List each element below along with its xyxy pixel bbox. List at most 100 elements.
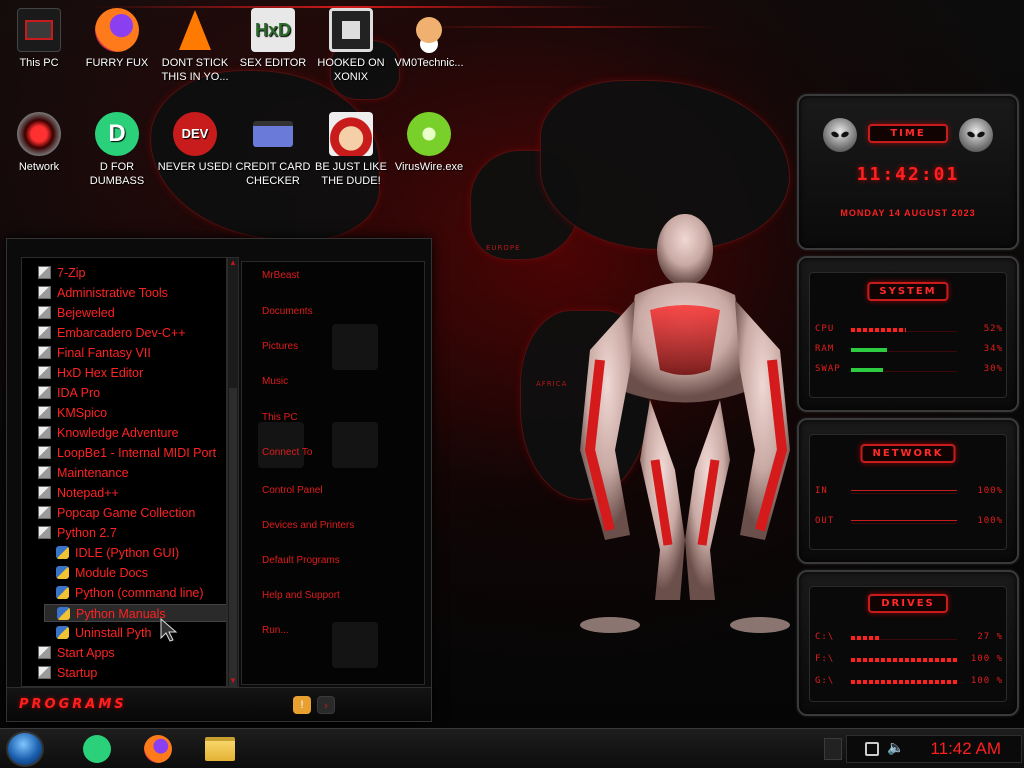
place-run[interactable]: Run... — [262, 625, 289, 636]
program-kmspico[interactable]: KMSpico — [38, 404, 107, 422]
swap-label: SWAP — [815, 364, 841, 374]
program-python-manuals[interactable]: Python Manuals — [44, 604, 226, 622]
desktop-icon-viruswire[interactable]: VirusWire.exe — [390, 112, 468, 174]
desktop-icon-this-pc[interactable]: This PC — [0, 8, 78, 70]
program-embarcadero-dev-cpp[interactable]: Embarcadero Dev-C++ — [38, 324, 186, 342]
desktop-icon-sex-editor[interactable]: HxD SEX EDITOR — [234, 8, 312, 70]
program-python-command-line[interactable]: Python (command line) — [56, 584, 204, 602]
scroll-down-arrow-icon[interactable]: ▼ — [229, 676, 237, 686]
place-devices-and-printers[interactable]: Devices and Printers — [262, 520, 354, 531]
program-label: Python Manuals — [76, 607, 166, 621]
folder-icon — [38, 466, 51, 479]
folder-icon — [38, 366, 51, 379]
desktop-icon-credit-card-checker[interactable]: CREDIT CARD CHECKER — [234, 112, 312, 188]
faded-desktop-icon — [332, 422, 378, 468]
program-label: Bejeweled — [57, 306, 115, 320]
desktop-icon-be-just-like-the-dude[interactable]: BE JUST LIKE THE DUDE! — [312, 112, 390, 188]
start-orb-button[interactable] — [6, 731, 44, 767]
scrollbar-thumb[interactable] — [229, 388, 237, 688]
taskbar-file-explorer-button[interactable] — [203, 734, 237, 764]
taskbar-firefox-button[interactable] — [141, 734, 175, 764]
desktop-icon-label: Network — [18, 161, 60, 173]
network-tray-icon[interactable] — [865, 742, 879, 756]
system-gadget: SYSTEM CPU 52% RAM 34% SWAP 30% — [797, 256, 1019, 412]
place-control-panel[interactable]: Control Panel — [262, 485, 323, 496]
shutdown-arrow-icon[interactable]: › — [317, 696, 335, 714]
program-idle-python-gui[interactable]: IDLE (Python GUI) — [56, 544, 179, 562]
system-tray: 🔈 11:42 AM — [846, 735, 1022, 763]
desktop-icon-network[interactable]: Network — [0, 112, 78, 174]
program-bejeweled[interactable]: Bejeweled — [38, 304, 115, 322]
program-python-2-7[interactable]: Python 2.7 — [38, 524, 117, 542]
drive-g-value: 100 % — [970, 676, 1003, 686]
program-startup[interactable]: Startup — [38, 664, 97, 682]
program-maintenance[interactable]: Maintenance — [38, 464, 129, 482]
program-popcap-game-collection[interactable]: Popcap Game Collection — [38, 504, 195, 522]
programs-list[interactable]: 7-Zip Administrative Tools Bejeweled Emb… — [21, 257, 227, 687]
program-knowledge-adventure[interactable]: Knowledge Adventure — [38, 424, 179, 442]
program-start-apps[interactable]: Start Apps — [38, 644, 115, 662]
lock-icon[interactable]: ! — [293, 696, 311, 714]
place-documents[interactable]: Documents — [262, 306, 313, 317]
folder-icon — [38, 446, 51, 459]
show-desktop-button[interactable] — [824, 738, 842, 760]
program-module-docs[interactable]: Module Docs — [56, 564, 148, 582]
desktop-icon-never-used[interactable]: DEV NEVER USED! — [156, 112, 234, 174]
place-mrbeast[interactable]: MrBeast — [262, 270, 299, 281]
python-icon — [56, 566, 69, 579]
folder-icon — [38, 306, 51, 319]
places-panel: MrBeast Documents Pictures Music This PC… — [241, 261, 425, 685]
program-label: Python 2.7 — [57, 526, 117, 540]
desktop-icon-vm0technic[interactable]: VM0Technic... — [390, 8, 468, 70]
folder-icon — [38, 406, 51, 419]
volume-icon[interactable]: 🔈 — [887, 739, 904, 756]
program-final-fantasy-vii[interactable]: Final Fantasy VII — [38, 344, 151, 362]
place-connect-to[interactable]: Connect To — [262, 447, 312, 458]
program-administrative-tools[interactable]: Administrative Tools — [38, 284, 168, 302]
desktop-icon-d-for-dumbass[interactable]: D D FOR DUMBASS — [78, 112, 156, 188]
devcpp-icon: DEV — [173, 112, 217, 156]
net-out-value: 100% — [977, 516, 1003, 526]
program-uninstall-python[interactable]: Uninstall Pyth — [56, 624, 151, 642]
scroll-up-arrow-icon[interactable]: ▲ — [229, 258, 237, 268]
taskbar-clock[interactable]: 11:42 AM — [930, 739, 1001, 759]
net-in-value: 100% — [977, 486, 1003, 496]
desktop-icon-hooked-on-xonix[interactable]: HOOKED ON XONIX — [312, 8, 390, 84]
desktop-icon-furry-fux[interactable]: FURRY FUX — [78, 8, 156, 70]
ram-value: 34% — [983, 344, 1003, 354]
network-gadget: NETWORK IN 100% OUT 100% — [797, 418, 1019, 564]
programs-scrollbar[interactable]: ▲ ▼ — [227, 257, 239, 688]
program-label: HxD Hex Editor — [57, 366, 144, 380]
folder-icon — [38, 526, 51, 539]
net-in-bar-fill — [851, 490, 957, 491]
place-this-pc[interactable]: This PC — [262, 412, 298, 423]
ram-bar — [851, 348, 957, 352]
place-music[interactable]: Music — [262, 376, 288, 387]
place-pictures[interactable]: Pictures — [262, 341, 298, 352]
place-help-and-support[interactable]: Help and Support — [262, 590, 340, 601]
program-notepad-plus-plus[interactable]: Notepad++ — [38, 484, 119, 502]
folder-icon — [38, 286, 51, 299]
program-label: Module Docs — [75, 566, 148, 580]
all-programs-label[interactable]: PROGRAMS — [19, 697, 127, 712]
cpu-label: CPU — [815, 324, 835, 334]
program-label: Uninstall Pyth — [75, 626, 152, 640]
swap-bar-fill — [851, 368, 883, 372]
drive-g-bar — [851, 680, 957, 684]
drive-f-bar — [851, 658, 957, 662]
program-hxd-hex-editor[interactable]: HxD Hex Editor — [38, 364, 143, 382]
program-loopbe1[interactable]: LoopBe1 - Internal MIDI Port — [38, 444, 216, 462]
desktop-icon-vlc[interactable]: DONT STICK THIS IN YO... — [156, 8, 234, 84]
firefox-icon — [95, 8, 139, 52]
taskbar-d-app-button[interactable] — [80, 734, 114, 764]
ram-bar-fill — [851, 348, 888, 352]
place-default-programs[interactable]: Default Programs — [262, 555, 340, 566]
program-label: Administrative Tools — [57, 286, 168, 300]
santa-icon — [329, 112, 373, 156]
program-7-zip[interactable]: 7-Zip — [38, 264, 85, 282]
folder-icon — [38, 266, 51, 279]
program-ida-pro[interactable]: IDA Pro — [38, 384, 100, 402]
drive-f-bar-fill — [851, 658, 957, 662]
desktop-icon-label: CREDIT CARD CHECKER — [235, 161, 311, 187]
desktop-icon-label: HOOKED ON XONIX — [317, 57, 385, 83]
